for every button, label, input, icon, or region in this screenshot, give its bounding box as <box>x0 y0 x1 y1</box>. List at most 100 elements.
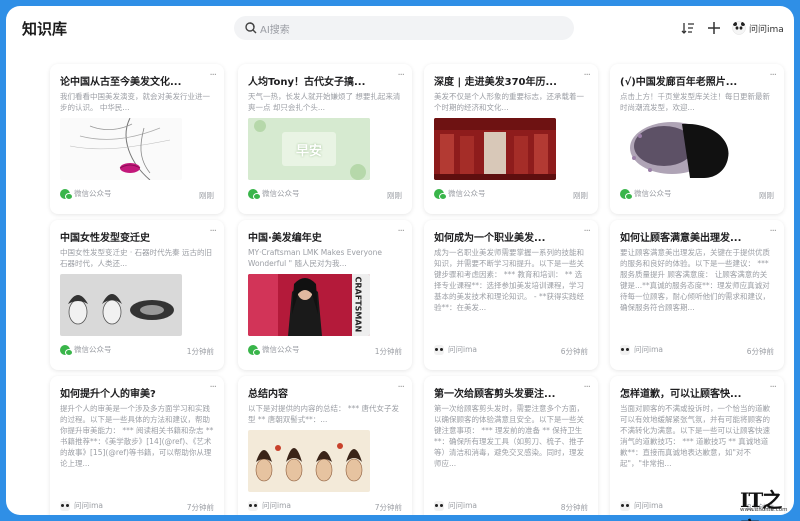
card-desc: 中国女性发型变迁史 · 石器时代先秦 远古的旧石器时代，人类还... <box>60 248 213 268</box>
card-time: 刚刚 <box>573 191 588 200</box>
wechat-icon <box>248 188 261 200</box>
knowledge-card[interactable]: (√)中国发廊百年老照片... ··· 点击上方！千页堂发型库关注！每日更新最新… <box>610 64 784 214</box>
card-time: 6分钟前 <box>560 347 588 356</box>
red-hall-thumbnail <box>434 118 556 180</box>
page-title: 知识库 <box>22 20 68 38</box>
source-label: 微信公众号 <box>74 345 112 354</box>
card-source: 问问ima <box>60 500 103 511</box>
more-icon[interactable]: ··· <box>583 226 590 237</box>
watermark-url: www.ithome.com <box>740 507 788 513</box>
source-label: 问问ima <box>262 501 291 510</box>
wechat-icon <box>60 344 73 356</box>
card-source: 微信公众号 <box>248 188 300 200</box>
watermark-logo: IT之家 <box>740 488 782 521</box>
card-desc: 成为一名职业美发师需要掌握一系列的技能和知识，并需要不断学习和提升。以下是一些关… <box>434 248 584 312</box>
source-label: 问问ima <box>448 501 477 510</box>
source-label: 微信公众号 <box>634 189 672 198</box>
card-title: (√)中国发廊百年老照片... <box>620 77 738 88</box>
more-icon[interactable]: ··· <box>769 70 776 81</box>
knowledge-card[interactable]: 如何成为一个职业美发... ··· 成为一名职业美发师需要掌握一系列的技能和知识… <box>424 220 598 370</box>
card-source: 问问ima <box>620 500 663 511</box>
card-time: 1分钟前 <box>186 347 214 356</box>
card-source: 问问ima <box>620 344 663 355</box>
more-icon[interactable]: ··· <box>209 226 216 237</box>
wechat-icon <box>620 188 633 200</box>
ima-panda-icon <box>620 344 630 355</box>
card-source: 问问ima <box>434 500 477 511</box>
knowledge-card[interactable]: 如何提升个人的审美? ··· 提升个人的审美是一个涉及多方面学习和实践的过程。以… <box>50 376 224 515</box>
source-label: 问问ima <box>74 501 103 510</box>
sort-icon[interactable] <box>678 18 698 38</box>
app-window: 知识库 AI搜索 问问ima 论中国从古至今美发文化... ··· 我们看看中国… <box>6 6 794 515</box>
knowledge-card[interactable]: 中国女性发型变迁史 ··· 中国女性发型变迁史 · 石器时代先秦 远古的旧石器时… <box>50 220 224 370</box>
user-name: 问问ima <box>749 24 784 35</box>
source-label: 微信公众号 <box>262 189 300 198</box>
panda-avatar-icon <box>732 21 746 35</box>
more-icon[interactable]: ··· <box>769 382 776 393</box>
wechat-icon <box>434 188 447 200</box>
knowledge-card[interactable]: 总结内容 ··· 以下是对提供的内容的总结： *** 唐代女子发型 ** 唐朝双… <box>238 376 412 515</box>
more-icon[interactable]: ··· <box>769 226 776 237</box>
craftsman-text: CRAFTSMAN <box>353 276 363 333</box>
card-title: 深度 | 走进美发370年历... <box>434 77 557 88</box>
card-time: 刚刚 <box>387 191 402 200</box>
ithome-watermark: IT之家 www.ithome.com <box>740 484 796 521</box>
more-icon[interactable]: ··· <box>397 226 404 237</box>
card-source: 问问ima <box>248 500 291 511</box>
more-icon[interactable]: ··· <box>397 70 404 81</box>
card-time: 6分钟前 <box>746 347 774 356</box>
card-title: 如何成为一个职业美发... <box>434 233 546 244</box>
card-desc: 提升个人的审美是一个涉及多方面学习和实践的过程。以下是一些具体的方法和建议，帮助… <box>60 404 214 468</box>
ima-panda-icon <box>248 500 258 511</box>
more-icon[interactable]: ··· <box>583 382 590 393</box>
zao-an-thumbnail: 早安 <box>248 118 370 180</box>
search-icon <box>245 22 257 34</box>
hairstyle-sketches-thumbnail <box>60 274 182 336</box>
top-bar: 知识库 AI搜索 问问ima <box>6 6 794 50</box>
more-icon[interactable]: ··· <box>209 70 216 81</box>
add-icon[interactable] <box>704 18 724 38</box>
knowledge-card[interactable]: 论中国从古至今美发文化... ··· 我们看看中国美发演变，就会对美发行业进一步… <box>50 64 224 214</box>
more-icon[interactable]: ··· <box>397 382 404 393</box>
card-title: 怎样道歉，可以让顾客快... <box>620 389 742 400</box>
card-desc: 第一次给顾客剪头发时，需要注意多个方面，以确保顾客的体验满意且安全。以下是一些关… <box>434 404 584 468</box>
card-source: 微信公众号 <box>60 344 112 356</box>
card-desc: 当面对顾客的不满或投诉时，一个恰当的道歉可以有效地缓解紧张气氛，并有可能将顾客的… <box>620 404 770 468</box>
card-time: 7分钟前 <box>374 503 402 512</box>
card-desc: 要让顾客满意美出理发店，关键在于提供优质的服务和良好的体验。以下是一些建议： *… <box>620 248 770 312</box>
card-time: 刚刚 <box>759 191 774 200</box>
wechat-icon <box>248 344 261 356</box>
face-sketch-thumbnail <box>60 118 182 180</box>
head-silhouette-thumbnail <box>620 118 742 180</box>
card-desc: MY·Craftsman LMK Makes Everyone Wonderfu… <box>248 248 383 268</box>
source-label: 微信公众号 <box>448 189 486 198</box>
ima-panda-icon <box>434 500 444 511</box>
card-source: 微信公众号 <box>60 188 112 200</box>
card-time: 1分钟前 <box>374 347 402 356</box>
user-menu[interactable]: 问问ima <box>732 17 784 39</box>
knowledge-card[interactable]: 中国·美发编年史 ··· MY·Craftsman LMK Makes Ever… <box>238 220 412 370</box>
ima-panda-icon <box>60 500 70 511</box>
ima-panda-icon <box>620 500 630 511</box>
card-time: 刚刚 <box>199 191 214 200</box>
card-title: 总结内容 <box>248 389 288 400</box>
ai-search-input[interactable]: AI搜索 <box>234 16 574 40</box>
card-desc: 点击上方！千页堂发型库关注！每日更新最新时尚潮流发型，欢迎... <box>620 92 770 112</box>
source-label: 微信公众号 <box>262 345 300 354</box>
card-title: 如何让顾客满意美出理发... <box>620 233 742 244</box>
card-time: 8分钟前 <box>560 503 588 512</box>
more-icon[interactable]: ··· <box>583 70 590 81</box>
card-title: 如何提升个人的审美? <box>60 389 156 400</box>
card-source: 微信公众号 <box>248 344 300 356</box>
search-placeholder: AI搜索 <box>260 25 290 36</box>
tang-hairstyles-thumbnail <box>248 430 370 492</box>
knowledge-card[interactable]: 如何让顾客满意美出理发... ··· 要让顾客满意美出理发店，关键在于提供优质的… <box>610 220 784 370</box>
more-icon[interactable]: ··· <box>209 382 216 393</box>
card-desc: 天气一热，长发人就开始嫌烦了 想要扎起来清爽一点 却只会扎个头... <box>248 92 401 112</box>
source-label: 问问ima <box>634 345 663 354</box>
card-title: 中国女性发型变迁史 <box>60 233 150 244</box>
knowledge-card[interactable]: 人均Tony！古代女子搞... ··· 天气一热，长发人就开始嫌烦了 想要扎起来… <box>238 64 412 214</box>
card-desc: 我们看看中国美发演变，就会对美发行业进一步的认识。 中华民... <box>60 92 210 112</box>
knowledge-card[interactable]: 深度 | 走进美发370年历... ··· 美发不仅是个人形象的重要标志，还承载… <box>424 64 598 214</box>
knowledge-card[interactable]: 第一次给顾客剪头发要注... ··· 第一次给顾客剪头发时，需要注意多个方面，以… <box>424 376 598 515</box>
